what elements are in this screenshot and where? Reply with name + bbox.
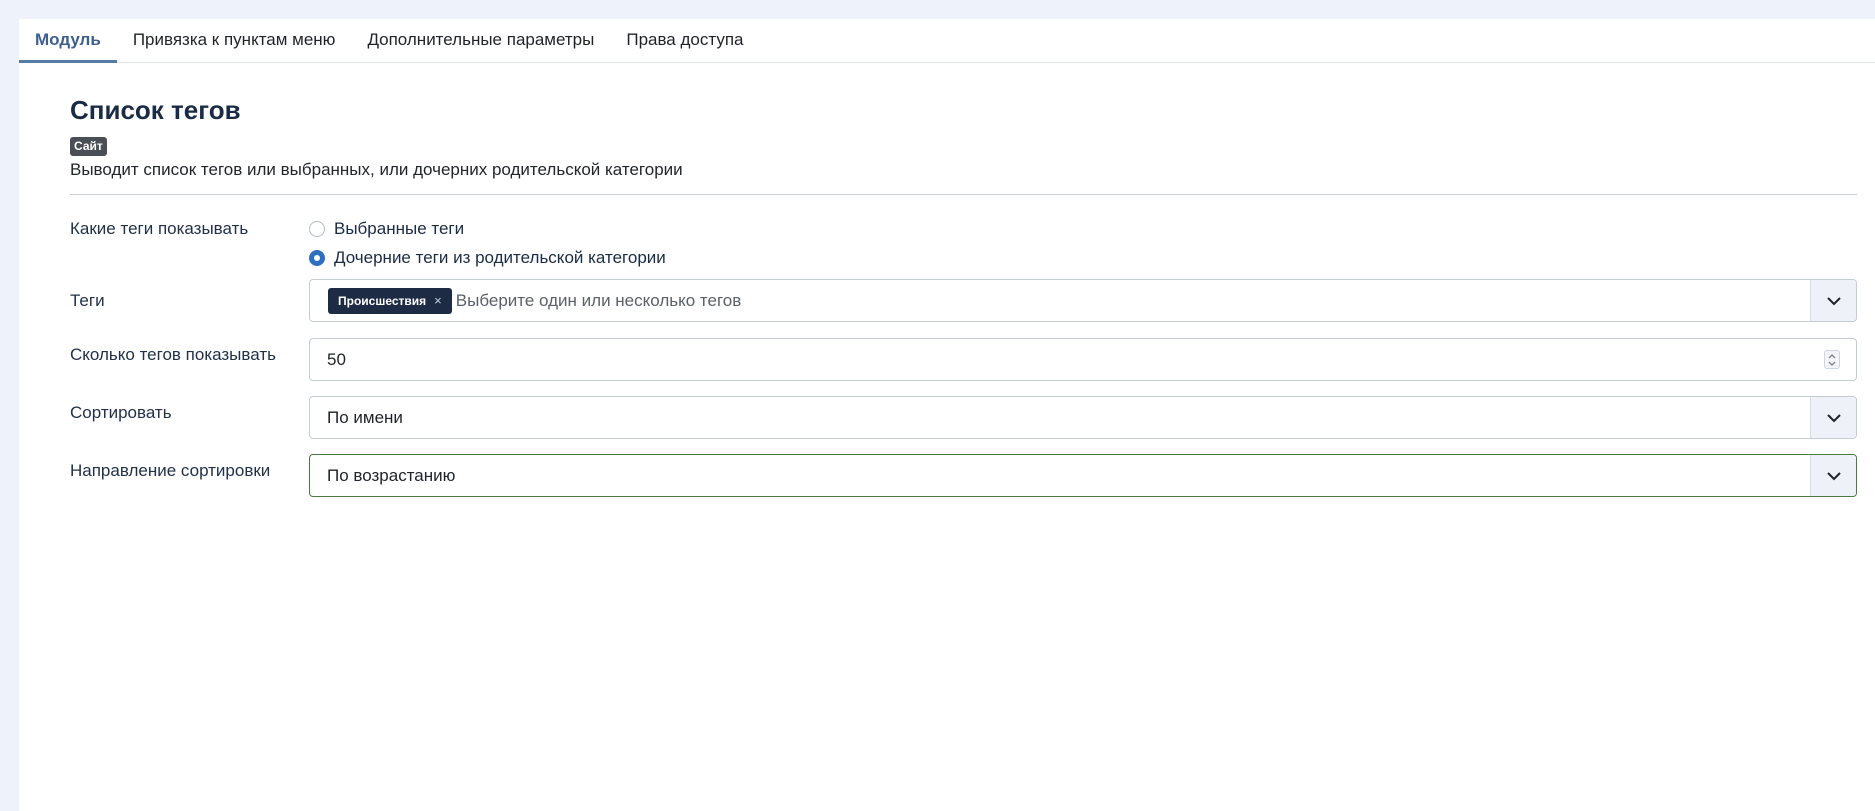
mode-row: Какие теги показывать Выбранные теги Доч…	[70, 195, 1857, 279]
tab-menu-assignment[interactable]: Привязка к пунктам меню	[117, 19, 352, 63]
radio-option-selected-tags[interactable]: Выбранные теги	[309, 214, 1857, 243]
radio-option-child-tags[interactable]: Дочерние теги из родительской категории	[309, 243, 1857, 272]
tags-dropdown-toggle[interactable]	[1810, 280, 1856, 321]
order-row: Сортировать По имени	[70, 396, 1857, 454]
count-input[interactable]: 50	[309, 338, 1857, 381]
module-description: Выводит список тегов или выбранных, или …	[70, 160, 683, 179]
tag-chip-label: Происшествия	[338, 293, 427, 308]
tag-remove-icon[interactable]: ×	[434, 293, 442, 308]
radio-selected-tags[interactable]	[309, 220, 325, 237]
count-value: 50	[327, 349, 346, 369]
tag-chip: Происшествия ×	[328, 287, 452, 314]
chevron-down-icon	[1826, 413, 1841, 422]
direction-dropdown-toggle[interactable]	[1810, 455, 1856, 496]
radio-child-tags[interactable]	[309, 249, 325, 266]
number-stepper[interactable]	[1824, 350, 1840, 369]
chevron-down-icon	[1826, 471, 1841, 480]
tags-label: Теги	[70, 291, 105, 310]
direction-row: Направление сортировки По возрастанию	[70, 454, 1857, 512]
tags-row: Теги Происшествия × Выберите один или не…	[70, 279, 1857, 338]
tags-search-input[interactable]: Выберите один или несколько тегов	[456, 291, 742, 311]
direction-select[interactable]: По возрастанию	[309, 454, 1857, 497]
module-edit-panel: Модуль Привязка к пунктам меню Дополните…	[19, 19, 1875, 811]
order-value: По имени	[327, 407, 403, 427]
stepper-arrows-icon	[1828, 353, 1836, 366]
site-badge: Сайт	[70, 137, 107, 156]
direction-label: Направление сортировки	[70, 461, 271, 480]
order-label: Сортировать	[70, 403, 172, 422]
tab-permissions[interactable]: Права доступа	[610, 19, 759, 63]
order-select[interactable]: По имени	[309, 396, 1857, 439]
tab-bar: Модуль Привязка к пунктам меню Дополните…	[19, 19, 1875, 63]
chevron-down-icon	[1826, 296, 1841, 305]
module-content: Список тегов Сайт Выводит список тегов и…	[70, 63, 1857, 512]
tab-module[interactable]: Модуль	[19, 19, 117, 63]
count-label: Сколько тегов показывать	[70, 345, 276, 364]
module-title: Список тегов	[70, 95, 241, 125]
order-dropdown-toggle[interactable]	[1810, 397, 1856, 438]
radio-option-label: Дочерние теги из родительской категории	[334, 247, 666, 267]
radio-option-label: Выбранные теги	[334, 218, 465, 238]
direction-value: По возрастанию	[327, 465, 456, 485]
tab-advanced[interactable]: Дополнительные параметры	[351, 19, 610, 63]
mode-radio-group: Выбранные теги Дочерние теги из родитель…	[309, 214, 1857, 272]
mode-label: Какие теги показывать	[70, 219, 249, 238]
count-row: Сколько тегов показывать 50	[70, 338, 1857, 396]
tags-select[interactable]: Происшествия × Выберите один или несколь…	[309, 279, 1857, 322]
